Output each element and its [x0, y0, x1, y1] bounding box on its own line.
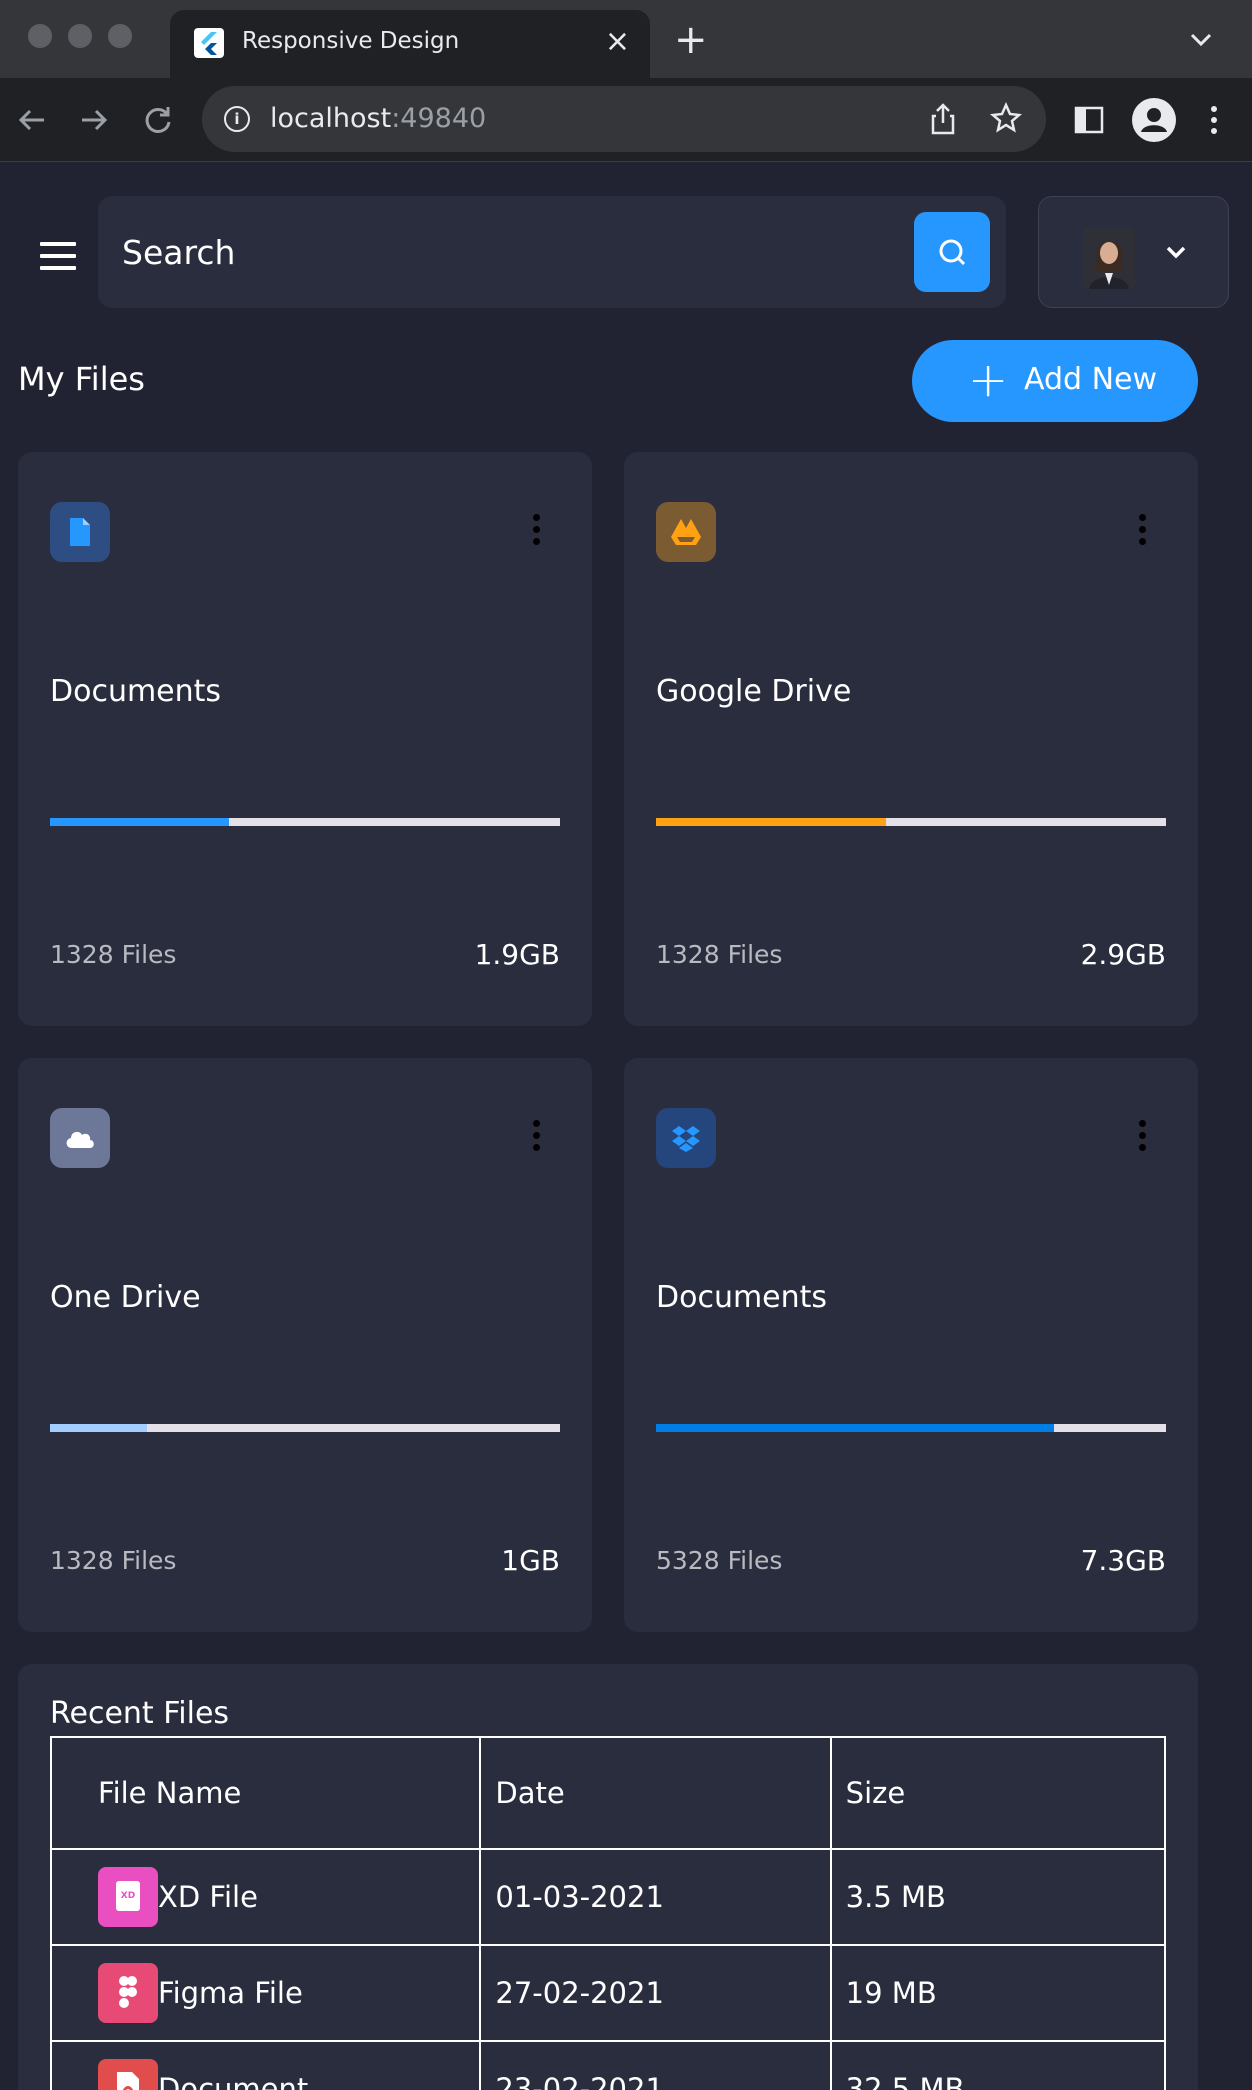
file-size: 19 MB: [829, 1944, 1167, 2042]
recent-files-title: Recent Files: [50, 1696, 230, 1731]
browser-tab-bar: Responsive Design × +: [0, 0, 1252, 78]
column-header-date[interactable]: Date: [479, 1736, 832, 1850]
menu-hamburger-icon[interactable]: [40, 242, 76, 270]
table-row[interactable]: Document 23-02-2021 32.5 MB: [49, 2040, 1167, 2090]
bookmark-star-icon[interactable]: [990, 102, 1022, 134]
card-title: Documents: [50, 674, 222, 709]
file-name: Document: [158, 2072, 309, 2090]
storage-progress-bar: [50, 818, 560, 826]
side-panel-icon[interactable]: [1074, 106, 1104, 134]
forward-arrow-icon[interactable]: [74, 100, 114, 140]
file-count: 1328 Files: [656, 940, 783, 969]
window-minimize-dot[interactable]: [68, 24, 92, 48]
chevron-down-icon: [1166, 246, 1186, 259]
file-date: 01-03-2021: [479, 1848, 832, 1946]
storage-card-documents[interactable]: Documents 1328 Files 1.9GB: [18, 452, 592, 1026]
browser-toolbar: i localhost:49840: [0, 78, 1252, 162]
google-drive-icon: [656, 502, 716, 562]
storage-progress-bar: [656, 1424, 1166, 1432]
back-arrow-icon[interactable]: [12, 100, 52, 140]
file-count: 1328 Files: [50, 1546, 177, 1575]
search-icon: [939, 239, 966, 266]
document-icon: [50, 502, 110, 562]
site-info-icon[interactable]: i: [224, 106, 250, 132]
file-name-cell: Figma File: [49, 1944, 482, 2042]
storage-progress-bar: [656, 818, 1166, 826]
file-date: 27-02-2021: [479, 1944, 832, 2042]
storage-size: 2.9GB: [1080, 938, 1166, 971]
xd-file-icon: XD: [98, 1867, 158, 1927]
browser-menu-icon[interactable]: [1208, 104, 1220, 136]
storage-progress-bar: [50, 1424, 560, 1432]
file-count: 1328 Files: [50, 940, 177, 969]
file-name-cell: Document: [49, 2040, 482, 2090]
reload-icon[interactable]: [138, 100, 178, 140]
tab-search-chevron-icon[interactable]: [1186, 24, 1216, 54]
storage-card-dropbox[interactable]: Documents 5328 Files 7.3GB: [624, 1058, 1198, 1632]
more-vertical-icon[interactable]: [530, 1120, 542, 1156]
figma-file-icon: [98, 1963, 158, 2023]
page-title: My Files: [18, 360, 145, 398]
table-header-row: File Name Date Size: [49, 1736, 1167, 1850]
app-root: My Files + Add New Documents 1328 Files …: [0, 162, 1252, 2090]
browser-tab[interactable]: Responsive Design ×: [170, 10, 650, 78]
share-icon[interactable]: [928, 102, 958, 136]
search-input[interactable]: [122, 196, 902, 308]
plus-icon: +: [968, 352, 1009, 408]
file-count: 5328 Files: [656, 1546, 783, 1575]
storage-size: 1GB: [501, 1544, 560, 1577]
flutter-favicon-icon: [194, 28, 224, 58]
more-vertical-icon[interactable]: [1136, 514, 1148, 550]
pdf-file-icon: [98, 2059, 158, 2090]
storage-card-google-drive[interactable]: Google Drive 1328 Files 2.9GB: [624, 452, 1198, 1026]
profile-menu[interactable]: [1038, 196, 1229, 308]
more-vertical-icon[interactable]: [1136, 1120, 1148, 1156]
card-title: One Drive: [50, 1280, 201, 1315]
search-field: [98, 196, 1006, 308]
file-size: 32.5 MB: [829, 2040, 1167, 2090]
column-header-size[interactable]: Size: [829, 1736, 1167, 1850]
search-button[interactable]: [914, 212, 990, 292]
file-size: 3.5 MB: [829, 1848, 1167, 1946]
cloud-icon: [50, 1108, 110, 1168]
storage-size: 7.3GB: [1080, 1544, 1166, 1577]
avatar: [1083, 227, 1135, 289]
file-name-cell: XD XD File: [49, 1848, 482, 1946]
table-row[interactable]: XD XD File 01-03-2021 3.5 MB: [49, 1848, 1167, 1946]
address-bar[interactable]: i localhost:49840: [202, 86, 1046, 152]
table-row[interactable]: Figma File 27-02-2021 19 MB: [49, 1944, 1167, 2042]
tab-title: Responsive Design: [242, 28, 460, 54]
recent-files-panel: Recent Files File Name Date Size XD XD Fi…: [18, 1664, 1198, 2090]
storage-card-one-drive[interactable]: One Drive 1328 Files 1GB: [18, 1058, 592, 1632]
card-title: Documents: [656, 1280, 828, 1315]
dropbox-icon: [656, 1108, 716, 1168]
window-zoom-dot[interactable]: [108, 24, 132, 48]
add-new-label: Add New: [1024, 362, 1158, 397]
more-vertical-icon[interactable]: [530, 514, 542, 550]
storage-size: 1.9GB: [474, 938, 560, 971]
new-tab-icon[interactable]: +: [674, 20, 708, 60]
window-close-dot[interactable]: [28, 24, 52, 48]
file-name: Figma File: [158, 1976, 303, 2010]
card-title: Google Drive: [656, 674, 852, 709]
recent-files-table: File Name Date Size XD XD File 01-03-2021…: [49, 1736, 1167, 2090]
browser-profile-icon[interactable]: [1132, 98, 1176, 142]
url-text: localhost:49840: [270, 103, 487, 134]
file-name: XD File: [158, 1880, 258, 1914]
add-new-button[interactable]: + Add New: [912, 340, 1198, 422]
file-date: 23-02-2021: [479, 2040, 832, 2090]
column-header-file-name[interactable]: File Name: [49, 1736, 482, 1850]
tab-close-icon[interactable]: ×: [605, 24, 630, 60]
